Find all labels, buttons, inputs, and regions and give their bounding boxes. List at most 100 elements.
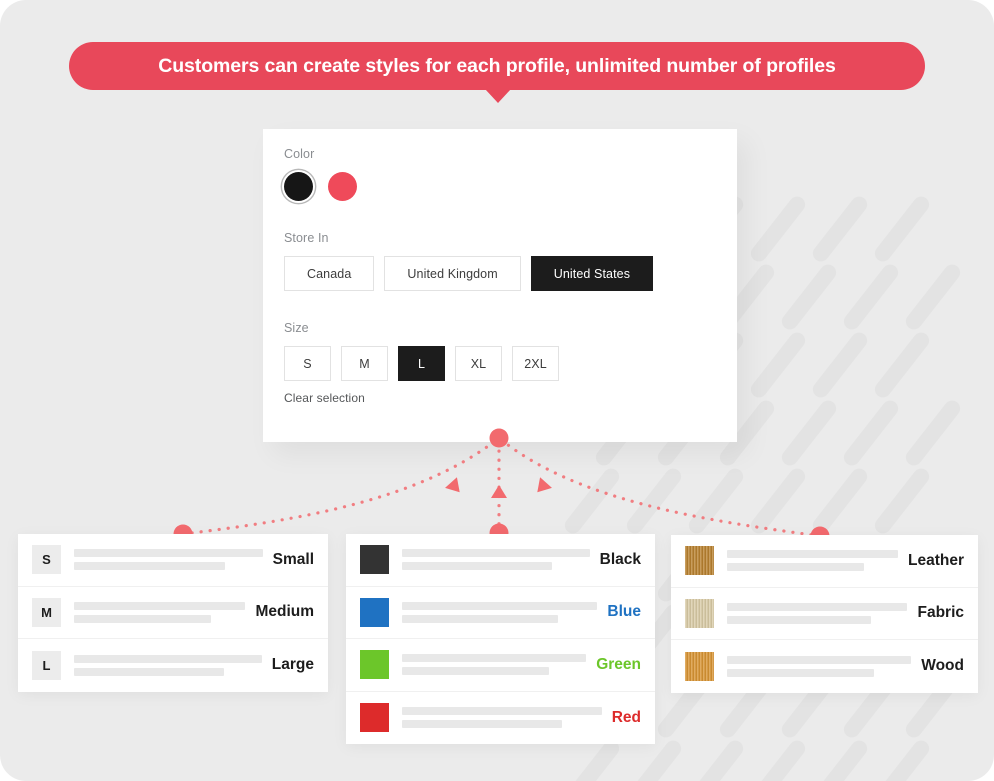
list-item[interactable]: Green <box>346 639 655 692</box>
list-item-label: Blue <box>607 603 641 621</box>
stripe-decoration <box>747 737 809 781</box>
size-option-l[interactable]: L <box>398 346 445 381</box>
color-swatch-black[interactable] <box>284 172 313 201</box>
clear-selection-link[interactable]: Clear selection <box>284 391 716 405</box>
size-option-2xl[interactable]: 2XL <box>512 346 559 381</box>
placeholder-bar <box>74 601 246 610</box>
list-item-label: Red <box>611 708 641 726</box>
row-material-swatch <box>685 598 714 628</box>
row-size-badge: L <box>32 650 61 680</box>
list-item-label: Black <box>599 550 641 568</box>
stripe-decoration <box>902 397 964 469</box>
placeholder-bar <box>402 601 598 610</box>
row-placeholder-bars <box>727 655 912 677</box>
placeholder-bar <box>727 563 864 572</box>
list-item[interactable]: S Small <box>18 534 328 587</box>
list-item-label: Small <box>272 550 314 568</box>
row-placeholder-bars <box>74 601 246 623</box>
color-section: Color <box>284 147 716 201</box>
row-placeholder-bars <box>727 602 908 624</box>
row-placeholder-bars <box>402 654 587 676</box>
list-item-label: Green <box>596 655 641 673</box>
store-in-option-canada[interactable]: Canada <box>284 256 375 291</box>
row-placeholder-bars <box>74 549 263 571</box>
placeholder-bar <box>727 668 875 677</box>
stripe-decoration <box>747 329 809 401</box>
row-placeholder-bars <box>727 550 898 572</box>
placeholder-bar <box>727 550 898 559</box>
page-root: Customers can create styles for each pro… <box>0 0 994 781</box>
placeholder-bar <box>402 707 602 716</box>
placeholder-bar <box>402 614 559 623</box>
placeholder-bar <box>727 655 912 664</box>
list-item-label: Fabric <box>917 604 964 622</box>
placeholder-bar <box>402 562 553 571</box>
list-item[interactable]: Black <box>346 534 655 587</box>
store-in-option-united-states[interactable]: United States <box>530 256 654 291</box>
list-item[interactable]: M Medium <box>18 587 328 639</box>
placeholder-bar <box>74 667 225 676</box>
color-section-label: Color <box>284 147 315 161</box>
stripe-decoration <box>840 397 902 469</box>
list-item-label: Medium <box>255 603 314 621</box>
style-configurator-panel: Color Store In Canada United Kingdom Uni… <box>263 129 737 442</box>
row-placeholder-bars <box>402 601 598 623</box>
stripe-decoration <box>561 465 623 537</box>
stripe-decoration <box>623 465 685 537</box>
materials-list-card: Leather Fabric Wood <box>671 535 978 693</box>
list-item-label: Wood <box>921 657 964 675</box>
store-in-option-row: Canada United Kingdom United States <box>284 256 716 291</box>
stripe-decoration <box>685 465 747 537</box>
list-item[interactable]: Leather <box>671 535 978 588</box>
size-option-xl[interactable]: XL <box>455 346 502 381</box>
size-option-m[interactable]: M <box>341 346 388 381</box>
row-color-swatch <box>360 545 389 575</box>
store-in-section-label: Store In <box>284 231 329 245</box>
list-item[interactable]: Red <box>346 692 655 745</box>
row-size-badge: M <box>32 597 61 627</box>
row-size-badge: S <box>32 545 61 575</box>
placeholder-bar <box>402 654 587 663</box>
color-swatch-row <box>284 172 716 201</box>
row-color-swatch <box>360 597 389 627</box>
colors-list-card: Black Blue Green Red <box>346 534 655 744</box>
stripe-decoration <box>902 261 964 333</box>
connector-node-hub <box>489 428 509 448</box>
stripe-decoration <box>871 193 933 265</box>
callout-banner-text: Customers can create styles for each pro… <box>158 54 836 77</box>
callout-banner-tail <box>485 89 511 103</box>
stripe-decoration <box>778 261 840 333</box>
list-item[interactable]: Fabric <box>671 588 978 640</box>
list-item[interactable]: Blue <box>346 587 655 639</box>
placeholder-bar <box>727 615 872 624</box>
placeholder-bar <box>402 720 562 729</box>
row-placeholder-bars <box>74 654 262 676</box>
callout-banner: Customers can create styles for each pro… <box>69 42 925 90</box>
stripe-decoration <box>809 193 871 265</box>
placeholder-bar <box>727 602 908 611</box>
list-item-label: Large <box>271 656 314 674</box>
stripe-decoration <box>747 193 809 265</box>
color-swatch-red[interactable] <box>328 172 357 201</box>
stripe-decoration <box>685 737 747 781</box>
stripe-decoration <box>778 397 840 469</box>
sizes-list-card: S Small M Medium L Large <box>18 534 328 692</box>
stripe-decoration <box>871 465 933 537</box>
placeholder-bar <box>74 614 212 623</box>
placeholder-bar <box>74 654 262 663</box>
list-item[interactable]: Wood <box>671 640 978 693</box>
list-item[interactable]: L Large <box>18 639 328 692</box>
placeholder-bar <box>74 549 263 558</box>
row-color-swatch <box>360 703 389 733</box>
store-in-option-united-kingdom[interactable]: United Kingdom <box>384 256 521 291</box>
stripe-decoration <box>871 329 933 401</box>
row-color-swatch <box>360 650 389 680</box>
row-placeholder-bars <box>402 707 602 729</box>
stripe-decoration <box>840 261 902 333</box>
size-option-s[interactable]: S <box>284 346 331 381</box>
size-section: Size S M L XL 2XL Clear selection <box>284 321 716 405</box>
store-in-section: Store In Canada United Kingdom United St… <box>284 231 716 291</box>
size-section-label: Size <box>284 321 309 335</box>
list-item-label: Leather <box>908 551 964 569</box>
stripe-decoration <box>871 737 933 781</box>
